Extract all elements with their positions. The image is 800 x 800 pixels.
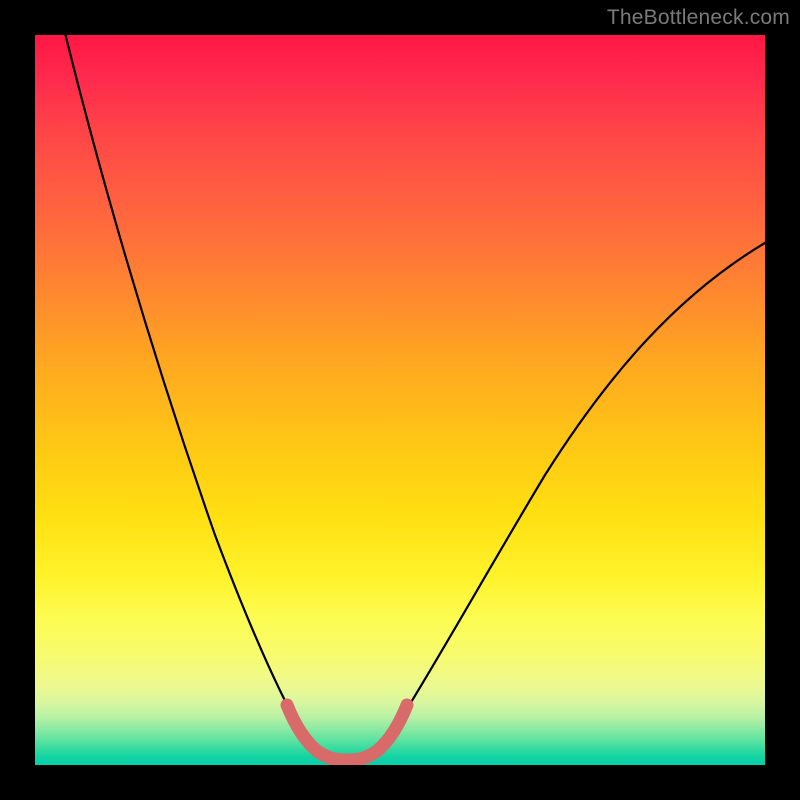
bottleneck-curve bbox=[63, 35, 765, 759]
watermark-text: TheBottleneck.com bbox=[607, 6, 790, 30]
chart-frame: TheBottleneck.com bbox=[0, 0, 800, 800]
plot-area bbox=[35, 35, 765, 765]
bottom-highlight bbox=[287, 705, 407, 760]
chart-svg bbox=[35, 35, 765, 765]
